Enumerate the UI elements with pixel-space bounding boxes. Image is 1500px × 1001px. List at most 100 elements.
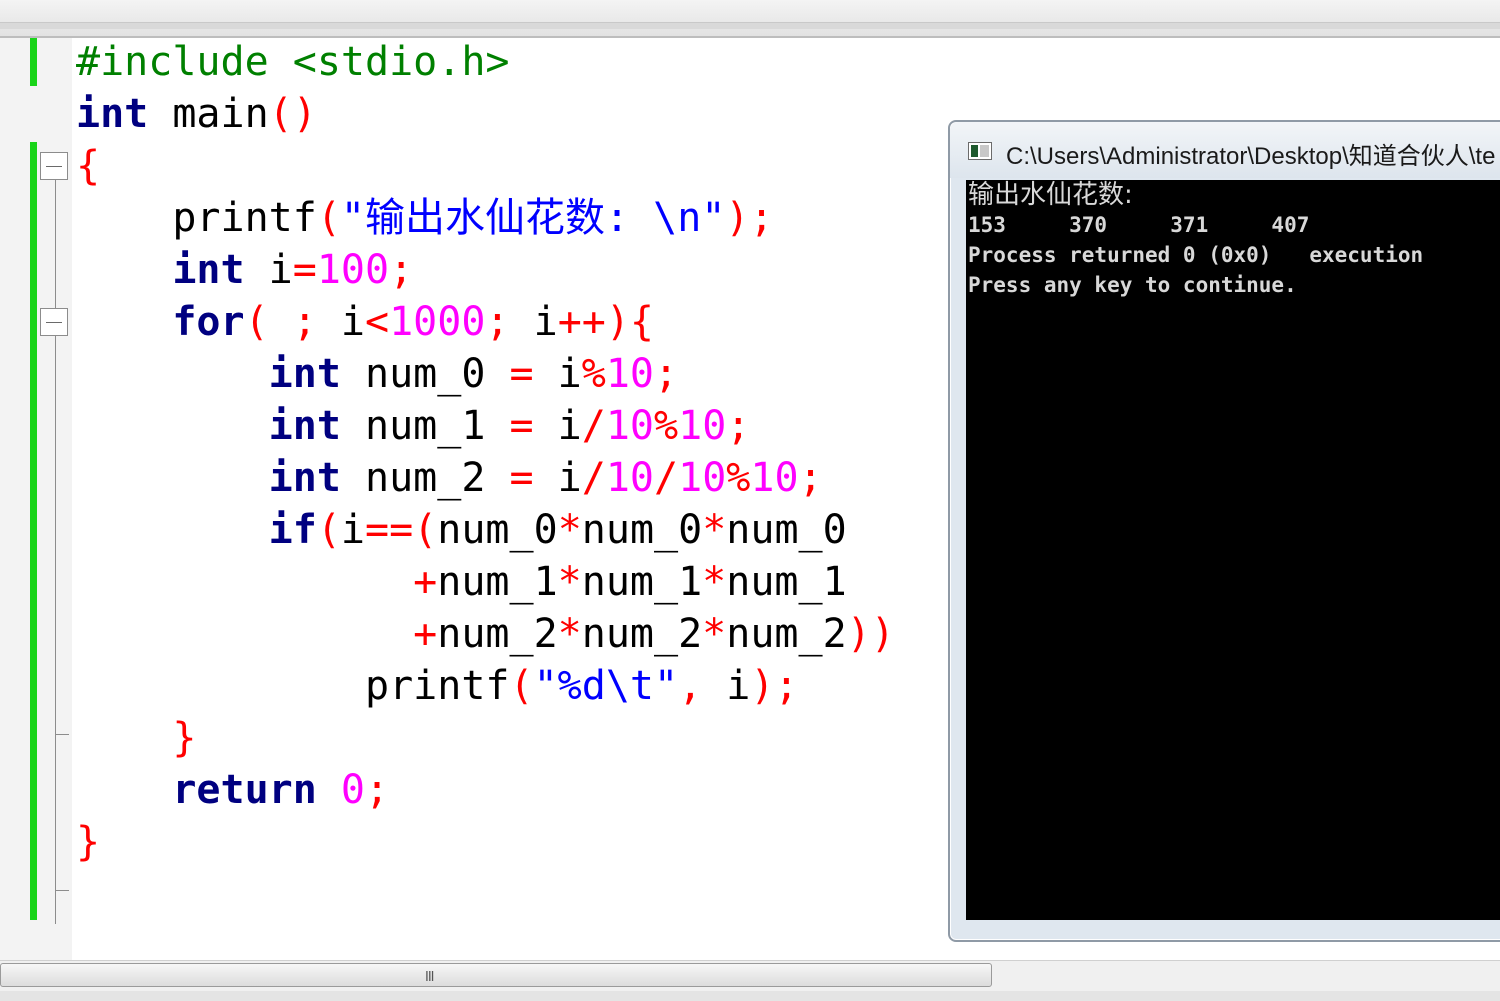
code-token: int	[76, 91, 149, 137]
code-token: ==(	[365, 507, 438, 553]
code-token: printf	[76, 195, 317, 241]
code-token: /	[654, 455, 679, 501]
code-token: num_1	[726, 559, 847, 605]
code-token: +	[76, 559, 438, 605]
code-token: =	[509, 351, 558, 397]
code-token: %	[726, 455, 751, 501]
code-token: ;	[485, 299, 534, 345]
code-token: *	[557, 559, 582, 605]
console-output-heading: 输出水仙花数:	[968, 180, 1133, 210]
code-line: if(i==(num_0*num_0*num_0	[76, 504, 895, 556]
code-line: int num_2 = i/10/10%10;	[76, 452, 895, 504]
code-token: ()	[268, 91, 317, 137]
code-line: }	[76, 816, 895, 868]
code-token: ++){	[557, 299, 655, 345]
code-token: num_0	[340, 351, 510, 397]
code-token: 10	[605, 403, 655, 449]
fold-toggle-for[interactable]	[40, 308, 68, 336]
code-token: *	[557, 611, 582, 657]
code-line: return 0;	[76, 764, 895, 816]
code-token: i	[244, 247, 293, 293]
code-line: printf("%d\t", i);	[76, 660, 895, 712]
code-token: ;	[726, 403, 751, 449]
code-line: int num_0 = i%10;	[76, 348, 895, 400]
code-token: num_0	[726, 507, 847, 553]
code-token: int	[76, 403, 341, 449]
code-line: int num_1 = i/10%10;	[76, 400, 895, 452]
code-editor[interactable]: #include <stdio.h> int main(){ printf("输出…	[76, 36, 895, 868]
code-token: *	[702, 611, 727, 657]
tab-strip-border	[0, 22, 1500, 29]
code-token: int	[76, 247, 245, 293]
editor-gutter	[0, 38, 72, 960]
scrollbar-thumb[interactable]: III	[0, 963, 992, 987]
code-token: *	[702, 559, 727, 605]
code-token: i	[557, 455, 582, 501]
code-token: *	[702, 507, 727, 553]
code-token: return	[76, 767, 317, 813]
code-token: int	[76, 455, 341, 501]
code-token: ))	[846, 611, 895, 657]
code-token: i	[557, 351, 582, 397]
code-token: "输出水仙花数: \n"	[340, 195, 726, 241]
code-token: %	[654, 403, 679, 449]
fold-end-for	[55, 734, 69, 735]
code-token: }	[76, 715, 197, 761]
console-app-icon	[968, 142, 992, 160]
code-token: 10	[605, 351, 655, 397]
editor-tab-strip	[0, 0, 1500, 38]
console-output-area[interactable]: 输出水仙花数: 153 370 371 407 Process returned…	[966, 180, 1500, 920]
code-line: +num_2*num_2*num_2))	[76, 608, 895, 660]
code-token: ;	[365, 767, 390, 813]
code-token: for	[76, 299, 245, 345]
code-token: i	[557, 403, 582, 449]
code-token: 10	[750, 455, 799, 501]
code-token: {	[76, 143, 101, 189]
code-token: num_2	[726, 611, 847, 657]
console-output-values: 153 370 371 407	[968, 213, 1310, 237]
code-line: +num_1*num_1*num_1	[76, 556, 895, 608]
code-token: );	[725, 195, 774, 241]
code-token: ,	[678, 663, 727, 709]
code-token: num_1	[437, 559, 558, 605]
code-line: int main()	[76, 88, 895, 140]
console-title: C:\Users\Administrator\Desktop\知道合伙人\te	[1006, 143, 1496, 170]
scrollbar-grip-icon: III	[425, 970, 434, 985]
code-token: #include <stdio.h>	[76, 39, 510, 85]
console-process-line: Process returned 0 (0x0) execution	[968, 243, 1424, 267]
code-token: i	[533, 299, 558, 345]
code-line: for( ; i<1000; i++){	[76, 296, 895, 348]
code-token: num_2	[581, 611, 703, 657]
code-token: num_1	[581, 559, 703, 605]
code-token: num_2	[340, 455, 510, 501]
code-line: }	[76, 712, 895, 764]
code-token: num_1	[340, 403, 510, 449]
code-token: i	[726, 663, 751, 709]
code-line: int i=100;	[76, 244, 895, 296]
code-token: ( ;	[244, 299, 341, 345]
console-press-line: Press any key to continue.	[968, 273, 1297, 297]
code-token: (	[316, 195, 341, 241]
code-token: num_0	[581, 507, 703, 553]
code-token: *	[557, 507, 582, 553]
code-token: 100	[316, 247, 390, 293]
code-token: if	[76, 507, 317, 553]
code-token: 10	[678, 403, 727, 449]
code-token: =	[509, 403, 558, 449]
code-token: );	[750, 663, 799, 709]
code-token: int	[76, 351, 341, 397]
console-window[interactable]: C:\Users\Administrator\Desktop\知道合伙人\te …	[948, 120, 1500, 942]
code-token: =	[509, 455, 558, 501]
code-line: #include <stdio.h>	[76, 36, 895, 88]
code-token: %	[581, 351, 606, 397]
console-titlebar[interactable]: C:\Users\Administrator\Desktop\知道合伙人\te	[950, 122, 1500, 178]
code-token: num_0	[437, 507, 558, 553]
code-token: "%d\t"	[533, 663, 679, 709]
code-token: ;	[389, 247, 414, 293]
code-token: +	[76, 611, 438, 657]
horizontal-scrollbar[interactable]: III	[0, 960, 1500, 1001]
code-line: {	[76, 140, 895, 192]
code-token: /	[581, 455, 606, 501]
fold-toggle-main[interactable]	[40, 152, 68, 180]
